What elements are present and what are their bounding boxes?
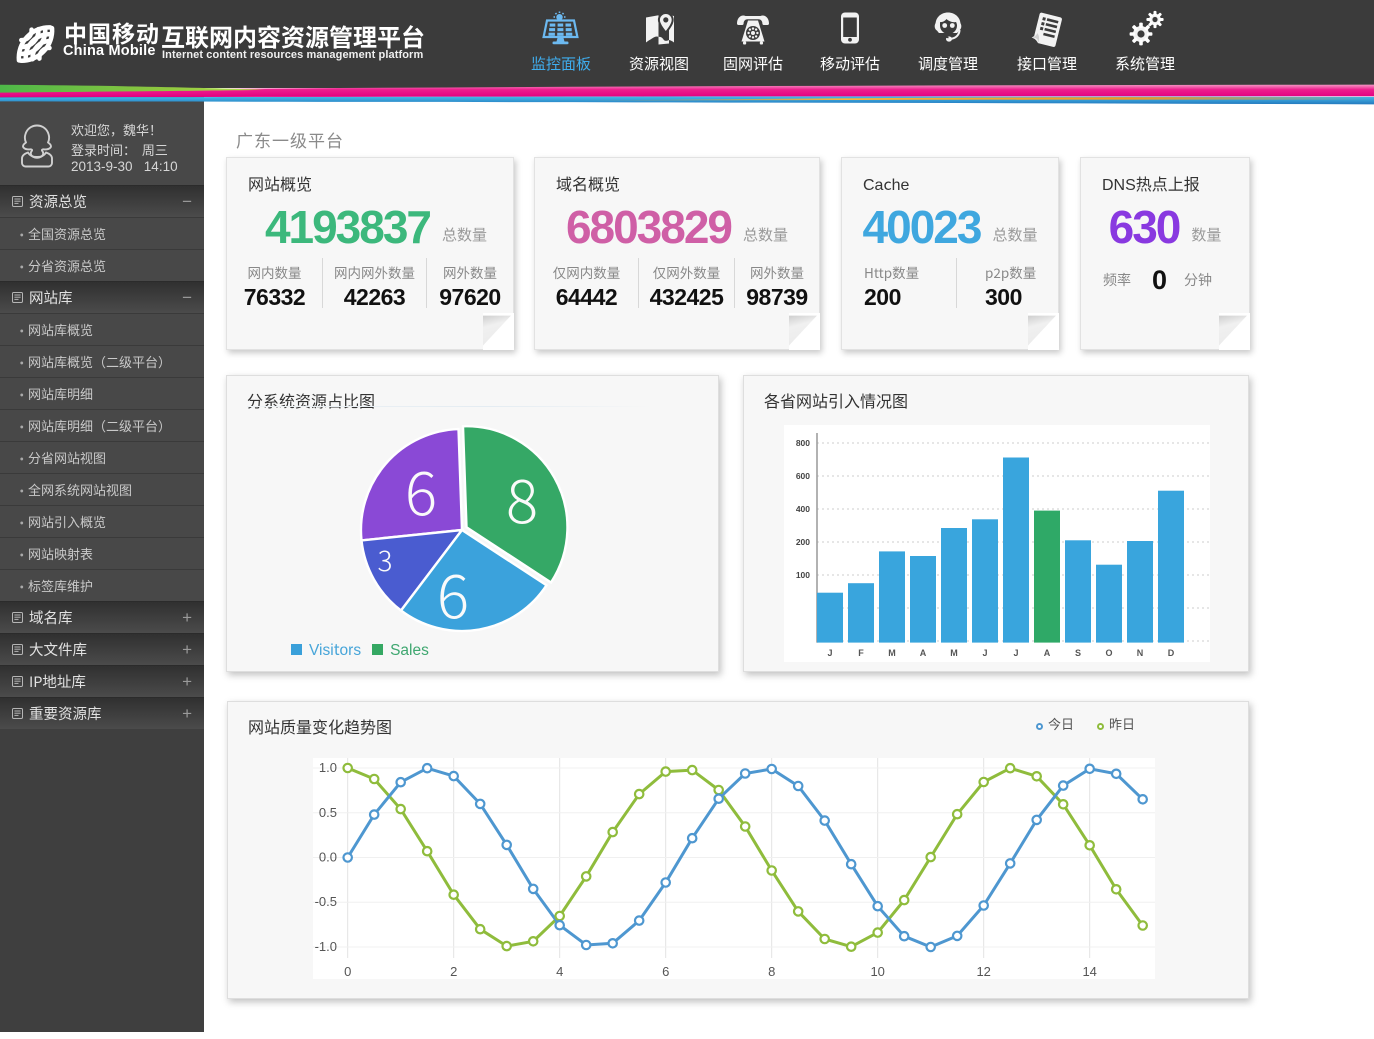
svg-text:100: 100 [796, 570, 810, 580]
svg-text:1.0: 1.0 [319, 760, 337, 775]
svg-text:4: 4 [556, 964, 563, 979]
svg-text:0.0: 0.0 [319, 850, 337, 865]
svg-text:-0.5: -0.5 [315, 894, 337, 909]
svg-text:6: 6 [662, 964, 669, 979]
svg-text:8: 8 [768, 964, 775, 979]
svg-text:F: F [858, 648, 864, 658]
svg-text:J: J [1013, 648, 1018, 658]
svg-text:A: A [920, 648, 927, 658]
svg-text:2: 2 [450, 964, 457, 979]
svg-text:-1.0: -1.0 [315, 939, 337, 954]
svg-text:0: 0 [344, 964, 351, 979]
svg-text:M: M [950, 648, 958, 658]
svg-text:6: 6 [437, 549, 469, 636]
svg-text:12: 12 [976, 964, 990, 979]
svg-text:M: M [888, 648, 896, 658]
svg-text:800: 800 [796, 438, 810, 448]
svg-text:8: 8 [506, 454, 538, 541]
svg-text:J: J [827, 648, 832, 658]
svg-text:600: 600 [796, 471, 810, 481]
svg-text:N: N [1137, 648, 1144, 658]
svg-text:14: 14 [1082, 964, 1096, 979]
svg-text:3: 3 [378, 540, 393, 580]
svg-text:6: 6 [405, 446, 437, 533]
svg-text:O: O [1105, 648, 1112, 658]
svg-text:0.5: 0.5 [319, 805, 337, 820]
svg-text:10: 10 [870, 964, 884, 979]
svg-text:S: S [1075, 648, 1081, 658]
svg-text:D: D [1168, 648, 1175, 658]
svg-text:J: J [982, 648, 987, 658]
svg-text:A: A [1044, 648, 1051, 658]
svg-text:200: 200 [796, 537, 810, 547]
svg-text:400: 400 [796, 504, 810, 514]
